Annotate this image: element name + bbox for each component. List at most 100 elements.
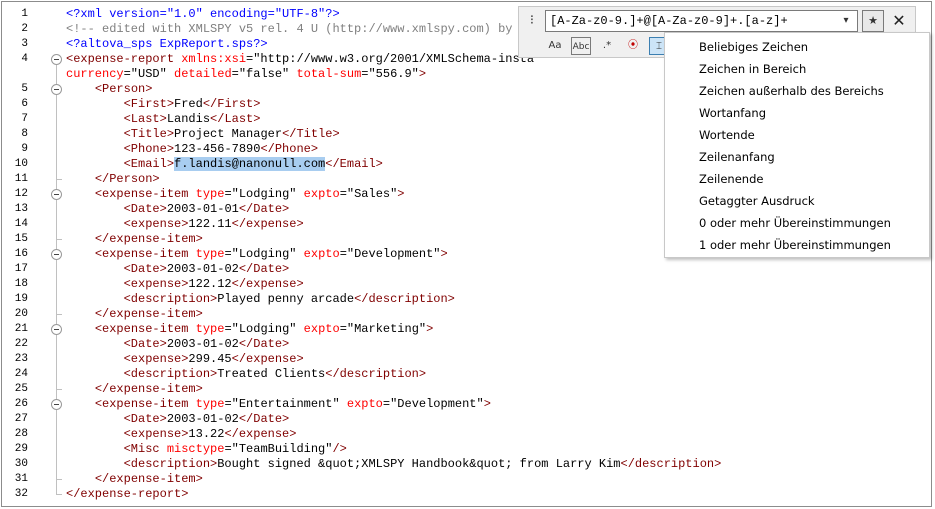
code-token: </Title> bbox=[282, 127, 340, 141]
code-token: expto bbox=[303, 187, 340, 201]
code-token: <Date> bbox=[123, 262, 167, 276]
code-token: > bbox=[397, 187, 405, 201]
code-line[interactable]: <?altova_sps ExpReport.sps?> bbox=[66, 37, 268, 52]
code-token: > bbox=[426, 322, 434, 336]
code-line[interactable]: <expense-item type="Entertainment" expto… bbox=[66, 397, 491, 412]
code-line[interactable]: <Date>2003-01-02</Date> bbox=[66, 262, 290, 277]
code-line[interactable]: <expense>13.22</expense> bbox=[66, 427, 297, 442]
code-line[interactable]: <Date>2003-01-02</Date> bbox=[66, 337, 290, 352]
find-in-selection-button[interactable]: ⦿ bbox=[623, 37, 643, 55]
line-number: 3 bbox=[21, 38, 28, 50]
code-line[interactable]: <!-- edited with XMLSPY v5 rel. 4 U (htt… bbox=[66, 22, 527, 37]
code-token: </description> bbox=[354, 292, 455, 306]
match-case-icon: Aa bbox=[548, 40, 562, 51]
code-token: </Phone> bbox=[260, 142, 319, 156]
fold-toggle-icon[interactable] bbox=[51, 324, 62, 335]
code-line[interactable]: <Misc misctype="TeamBuilding"/> bbox=[66, 442, 347, 457]
selected-text: f.landis@nanonull.com bbox=[174, 157, 326, 171]
code-line[interactable]: <Person> bbox=[66, 82, 153, 97]
menu-item-zero-or-more[interactable]: 0 oder mehr Übereinstimmungen bbox=[699, 212, 891, 234]
menu-item-char-not-in-range[interactable]: Zeichen außerhalb des Bereichs bbox=[699, 80, 884, 102]
fold-end-marker bbox=[56, 179, 62, 180]
regex-builder-button[interactable]: ★ bbox=[862, 10, 884, 32]
menu-item-any-char[interactable]: Beliebiges Zeichen bbox=[699, 36, 808, 58]
code-line[interactable]: <First>Fred</First> bbox=[66, 97, 261, 112]
code-line[interactable]: <Date>2003-01-01</Date> bbox=[66, 202, 290, 217]
code-token: <?xml version="1.0" encoding="UTF-8"?> bbox=[66, 7, 340, 21]
menu-item-tagged-expression[interactable]: Getaggter Ausdruck bbox=[699, 190, 815, 212]
fold-toggle-icon[interactable] bbox=[51, 84, 62, 95]
line-number: 11 bbox=[14, 173, 28, 185]
code-token: <description> bbox=[123, 292, 218, 306]
code-token: Played penny arcade bbox=[217, 292, 355, 306]
fold-end-marker bbox=[56, 494, 62, 495]
code-line[interactable]: <expense>299.45</expense> bbox=[66, 352, 304, 367]
code-line[interactable]: <expense>122.12</expense> bbox=[66, 277, 304, 292]
grip-icon[interactable]: ⁝ bbox=[525, 11, 539, 31]
code-line[interactable]: </expense-report> bbox=[66, 487, 188, 502]
code-line[interactable]: <expense-item type="Lodging" expto="Mark… bbox=[66, 322, 434, 337]
code-line[interactable]: </expense-item> bbox=[66, 472, 203, 487]
code-line[interactable]: </Person> bbox=[66, 172, 160, 187]
code-line[interactable]: currency="USD" detailed="false" total-su… bbox=[66, 67, 426, 82]
code-token: <expense> bbox=[123, 352, 189, 366]
whole-word-button[interactable]: Abc bbox=[571, 37, 591, 55]
menu-item-one-or-more[interactable]: 1 oder mehr Übereinstimmungen bbox=[699, 234, 891, 256]
search-input[interactable]: [A-Za-z0-9.]+@[A-Za-z0-9]+.[a-z]+ ▾ bbox=[545, 10, 858, 32]
code-line[interactable]: <expense-item type="Lodging" expto="Sale… bbox=[66, 187, 405, 202]
line-number: 16 bbox=[14, 248, 28, 260]
code-line[interactable]: </expense-item> bbox=[66, 232, 203, 247]
code-line[interactable]: <Last>Landis</Last> bbox=[66, 112, 261, 127]
code-line[interactable]: <?xml version="1.0" encoding="UTF-8"?> bbox=[66, 7, 340, 22]
code-line[interactable]: </expense-item> bbox=[66, 382, 203, 397]
menu-item-line-start[interactable]: Zeilenanfang bbox=[699, 146, 775, 168]
code-token: </Last> bbox=[210, 112, 261, 126]
code-line[interactable]: <Email>f.landis@nanonull.com</Email> bbox=[66, 157, 383, 172]
code-token: expto bbox=[303, 322, 340, 336]
code-token: > bbox=[440, 247, 448, 261]
line-number: 5 bbox=[21, 83, 28, 95]
code-token: <description> bbox=[123, 367, 218, 381]
code-token: > bbox=[418, 67, 427, 81]
code-token: misctype bbox=[166, 442, 225, 456]
code-token: </expense> bbox=[231, 352, 304, 366]
line-number: 26 bbox=[14, 398, 28, 410]
code-token: ="Lodging" bbox=[224, 322, 304, 336]
menu-item-char-in-range[interactable]: Zeichen in Bereich bbox=[699, 58, 806, 80]
code-token: <Last> bbox=[123, 112, 167, 126]
fold-toggle-icon[interactable] bbox=[51, 54, 62, 65]
match-case-button[interactable]: Aa bbox=[545, 37, 565, 55]
code-line[interactable]: <expense-report xmlns:xsi="http://www.w3… bbox=[66, 52, 534, 67]
fold-toggle-icon[interactable] bbox=[51, 249, 62, 260]
line-number: 23 bbox=[14, 353, 28, 365]
code-line[interactable]: <Phone>123-456-7890</Phone> bbox=[66, 142, 318, 157]
code-line[interactable]: <description>Treated Clients</descriptio… bbox=[66, 367, 426, 382]
fold-toggle-icon[interactable] bbox=[51, 189, 62, 200]
code-line[interactable]: <Date>2003-01-02</Date> bbox=[66, 412, 290, 427]
close-button[interactable]: ✕ bbox=[888, 10, 910, 32]
code-line[interactable]: </expense-item> bbox=[66, 307, 203, 322]
code-line[interactable]: <expense-item type="Lodging" expto="Deve… bbox=[66, 247, 448, 262]
search-value: [A-Za-z0-9.]+@[A-Za-z0-9]+.[a-z]+ bbox=[550, 14, 788, 28]
code-line[interactable]: <expense>122.11</expense> bbox=[66, 217, 304, 232]
code-token: </Email> bbox=[325, 157, 383, 171]
line-number: 31 bbox=[14, 473, 28, 485]
code-token: Treated Clients bbox=[217, 367, 326, 381]
menu-item-word-start[interactable]: Wortanfang bbox=[699, 102, 766, 124]
menu-item-line-end[interactable]: Zeilenende bbox=[699, 168, 763, 190]
code-line[interactable]: <Title>Project Manager</Title> bbox=[66, 127, 340, 142]
code-line[interactable]: <description>Bought signed &quot;XMLSPY … bbox=[66, 457, 722, 472]
fold-toggle-icon[interactable] bbox=[51, 399, 62, 410]
regex-button[interactable]: .* bbox=[597, 37, 617, 55]
line-number: 28 bbox=[14, 428, 28, 440]
menu-item-word-end[interactable]: Wortende bbox=[699, 124, 755, 146]
code-line[interactable]: <description>Played penny arcade</descri… bbox=[66, 292, 455, 307]
code-token: type bbox=[195, 397, 225, 411]
chevron-down-icon[interactable]: ▾ bbox=[838, 11, 854, 31]
code-token: type bbox=[195, 187, 225, 201]
